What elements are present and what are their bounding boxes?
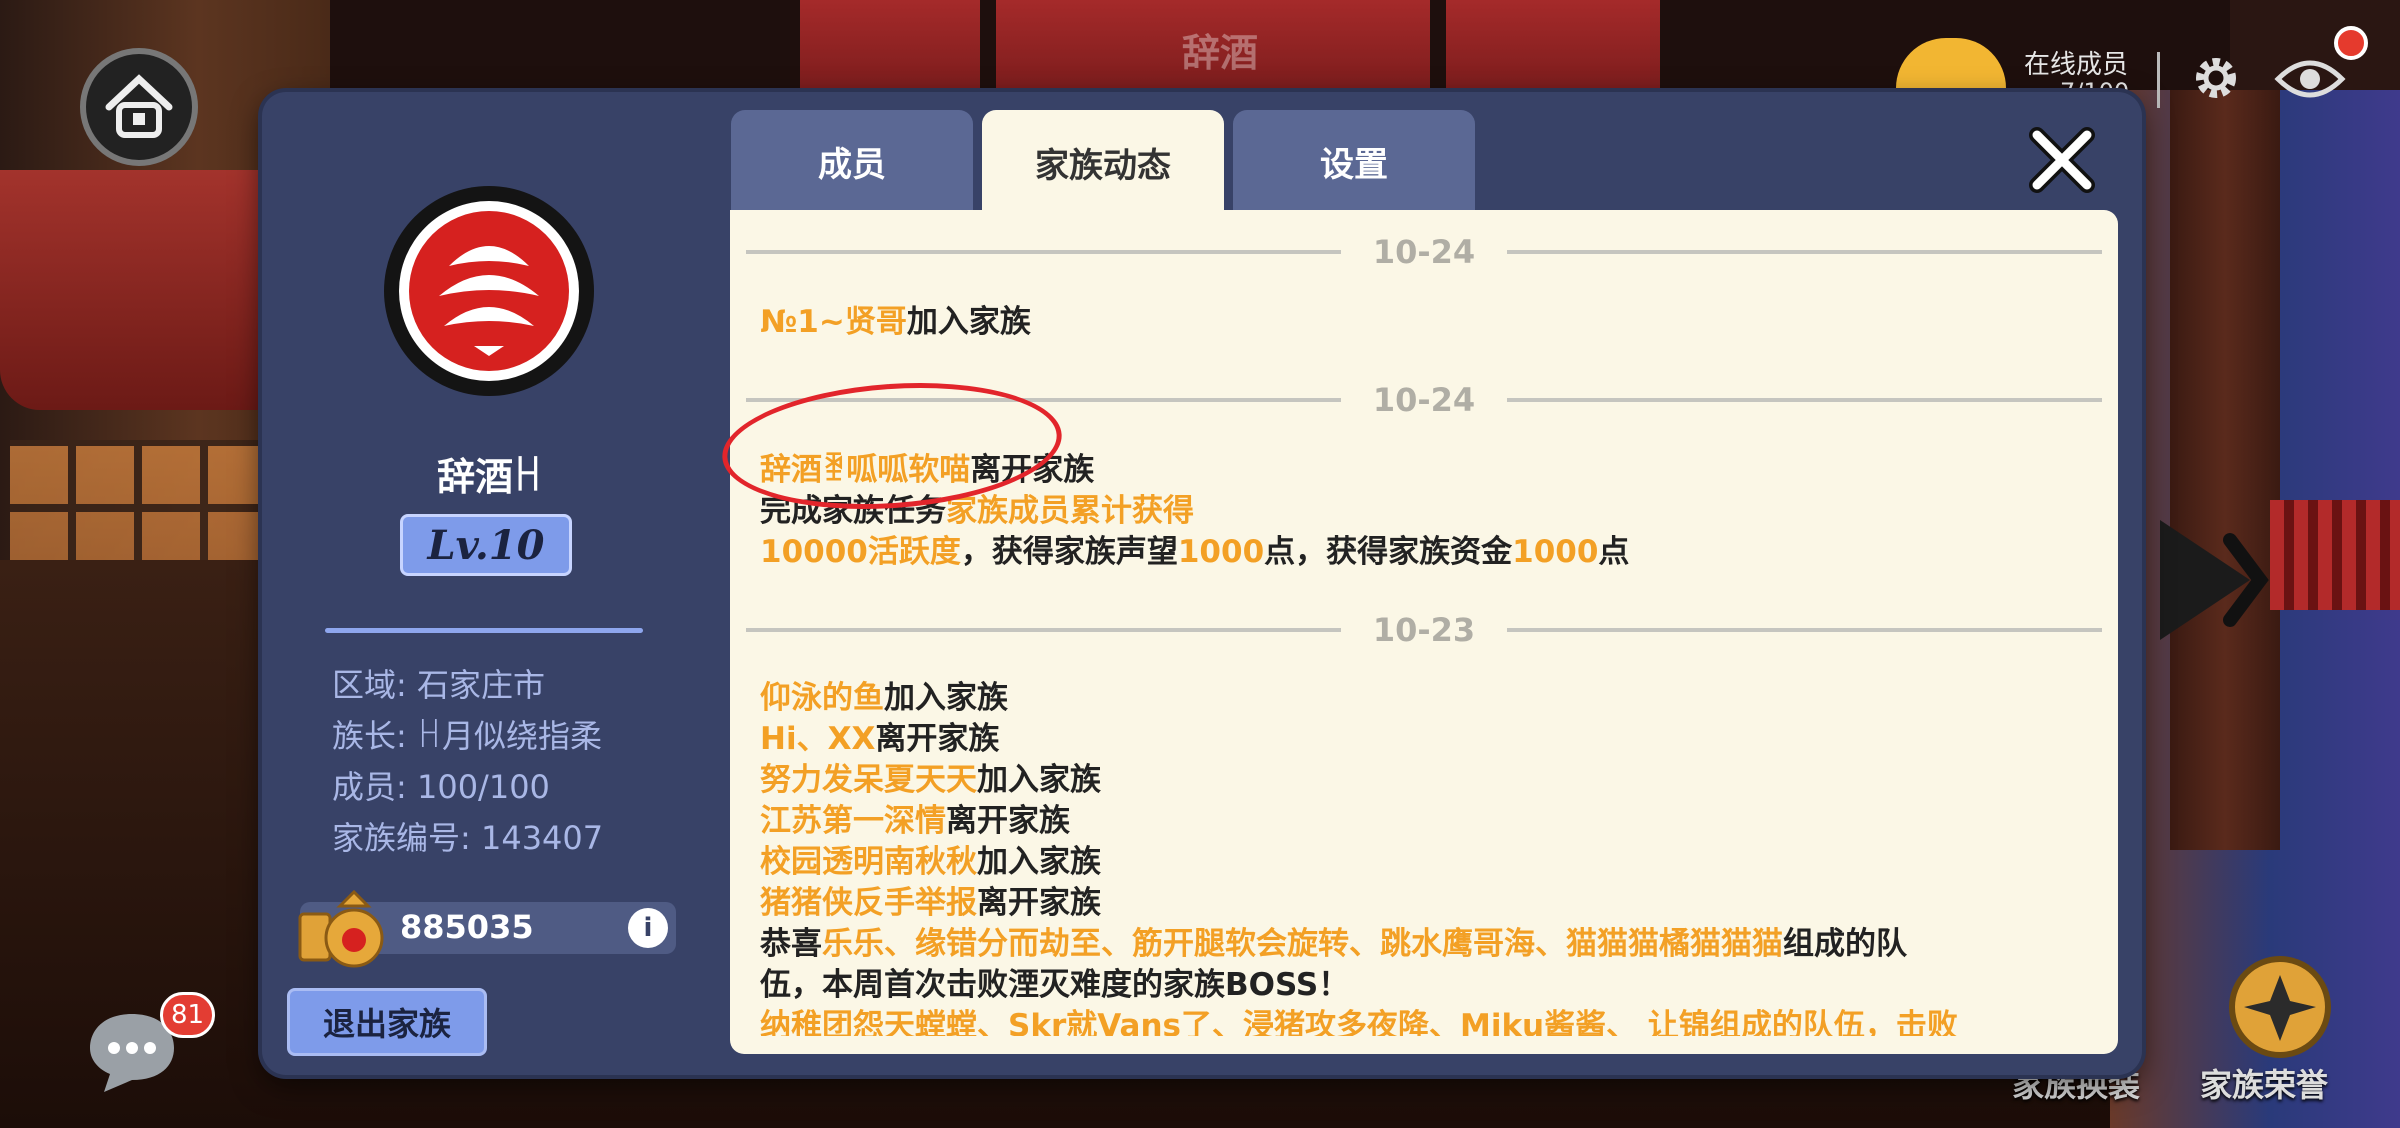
scene-faded-title: 辞酒 bbox=[1181, 31, 1258, 75]
feed-entry: №1~贤哥加入家族 bbox=[760, 302, 1031, 343]
entry-action: 加入家族 bbox=[884, 680, 1008, 716]
online-members-label: 在线成员 bbox=[2024, 50, 2129, 80]
leader-row: 族长: ꀿ月似绕指柔 bbox=[332, 711, 602, 757]
gear-icon bbox=[2196, 58, 2236, 98]
funds-info-button[interactable]: i bbox=[628, 908, 668, 948]
chat-unread-badge: 81 bbox=[160, 992, 216, 1038]
date-label: 10-24 bbox=[1372, 233, 1476, 271]
member-name: Hi、XX bbox=[760, 721, 876, 757]
date-separator: 10-24 bbox=[746, 232, 2102, 272]
member-name: 仰泳的鱼 bbox=[760, 680, 884, 716]
members-value: 100/100 bbox=[416, 768, 550, 806]
entry-value: 1000 bbox=[1177, 534, 1265, 570]
entry-text: 恭喜 bbox=[760, 926, 822, 962]
scene-banner bbox=[1446, 0, 1660, 95]
family-honor-button[interactable]: 家族荣誉 bbox=[2200, 1060, 2328, 1106]
family-id-value: 143407 bbox=[480, 819, 604, 857]
home-button[interactable] bbox=[80, 48, 198, 166]
quit-family-button[interactable]: 退出家族 bbox=[287, 988, 487, 1056]
family-id-label: 家族编号: bbox=[332, 819, 471, 857]
entry-text: ，获得家族声望 bbox=[960, 534, 1178, 570]
scene-banner bbox=[800, 0, 980, 95]
family-id-row: 家族编号: 143407 bbox=[332, 813, 603, 859]
feed-entry-partial: 纳稚团怨天螳螳、Skr就Vans了、浸猪攻多夜降、Miku酱酱、 让锦组成的队伍… bbox=[760, 1006, 1958, 1036]
scene-pillar bbox=[2170, 90, 2280, 850]
tab-members[interactable]: 成员 bbox=[731, 110, 973, 212]
region-value: 石家庄市 bbox=[416, 666, 545, 704]
info-divider bbox=[325, 628, 643, 633]
house-icon bbox=[105, 74, 173, 138]
family-funds-value: 885035 bbox=[400, 908, 534, 946]
entry-action: 加入家族 bbox=[977, 844, 1101, 880]
tab-family-feed[interactable]: 家族动态 bbox=[982, 110, 1224, 214]
date-label: 10-23 bbox=[1372, 611, 1476, 649]
expand-arrow-icon[interactable] bbox=[2160, 500, 2270, 660]
entry-action: 加入家族 bbox=[906, 304, 1031, 340]
eye-icon bbox=[2274, 60, 2346, 98]
family-name: 辞酒ꀿ bbox=[437, 455, 543, 499]
entry-action: 离开家族 bbox=[875, 721, 1000, 757]
region-row: 区域: 石家庄市 bbox=[332, 660, 545, 706]
member-name: 校园透明南秋秋 bbox=[760, 844, 977, 880]
entry-text: 伍，本周首次击败湮灭难度的家族BOSS！ bbox=[760, 967, 1350, 1003]
close-button[interactable] bbox=[2024, 122, 2100, 198]
member-name: 江苏第一深情 bbox=[760, 803, 946, 839]
money-bag-icon bbox=[298, 889, 384, 968]
leader-value: ꀿ月似绕指柔 bbox=[416, 717, 602, 755]
entry-text: 纳稚团怨天螳螳、Skr就Vans了、浸猪攻多夜降、Miku酱酱、 让锦组成的队伍… bbox=[760, 1008, 1958, 1036]
member-name: 努力发呆夏天天 bbox=[760, 762, 977, 798]
notification-dot bbox=[2334, 26, 2368, 60]
entry-highlight: 家族成员累计获得 bbox=[946, 493, 1194, 529]
hud-divider bbox=[2157, 52, 2160, 108]
close-icon bbox=[2029, 127, 2095, 193]
members-label: 成员: bbox=[332, 768, 407, 806]
entry-text: 点 bbox=[1598, 534, 1630, 570]
date-label: 10-24 bbox=[1372, 381, 1476, 419]
member-name: 猪猪侠反手举报 bbox=[760, 885, 977, 921]
family-level-badge: Lv.10 bbox=[400, 514, 572, 576]
member-name: №1~贤哥 bbox=[760, 304, 907, 340]
entry-action: 离开家族 bbox=[946, 803, 1070, 839]
entry-action: 离开家族 bbox=[977, 885, 1101, 921]
entry-action: 加入家族 bbox=[977, 762, 1101, 798]
family-emblem bbox=[384, 186, 594, 396]
date-separator: 10-23 bbox=[746, 610, 2102, 650]
members-row: 成员: 100/100 bbox=[332, 762, 550, 808]
family-feed-list[interactable]: 10-24 №1~贤哥加入家族 10-24 辞酒ꄿ呱呱软喵离开家族 完成家族任务… bbox=[730, 210, 2118, 1054]
entry-text: 组成的队 bbox=[1783, 926, 1907, 962]
leader-label: 族长: bbox=[332, 717, 407, 755]
entry-value: 10000活跃度 bbox=[760, 534, 961, 570]
feed-entry-list: 仰泳的鱼加入家族 Hi、XX离开家族 努力发呆夏天天加入家族 江苏第一深情离开家… bbox=[760, 678, 1958, 1036]
tab-settings[interactable]: 设置 bbox=[1233, 110, 1475, 212]
family-crest-icon bbox=[399, 201, 579, 381]
info-icon: i bbox=[643, 913, 653, 943]
team-names: 乐乐、缘错分而劫至、筋开腿软会旋转、跳水鹰哥海、猫猫猫橘猫猫猫 bbox=[822, 926, 1783, 962]
scene-railing bbox=[2270, 500, 2400, 610]
settings-button[interactable] bbox=[2184, 46, 2248, 110]
scene-red-curtain bbox=[0, 170, 300, 410]
region-label: 区域: bbox=[332, 666, 407, 704]
family-honor-icon[interactable] bbox=[2210, 945, 2340, 1065]
entry-value: 1000 bbox=[1512, 534, 1599, 570]
entry-text: 点，获得家族资金 bbox=[1264, 534, 1513, 570]
